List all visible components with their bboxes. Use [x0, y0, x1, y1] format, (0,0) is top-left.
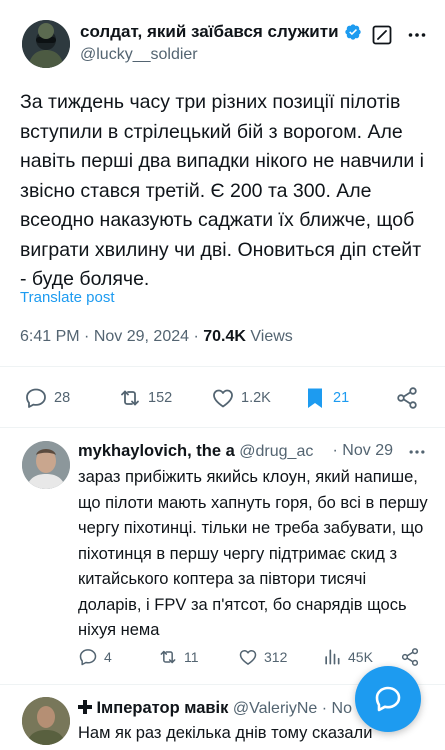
reply-button[interactable]: 28: [24, 380, 70, 416]
bookmark-button[interactable]: 21: [303, 380, 349, 416]
views-label: Views: [250, 328, 293, 345]
views-count: 70.4K: [203, 328, 246, 345]
heart-icon: [239, 650, 257, 665]
repost-count: 11: [184, 649, 199, 665]
reply-header: mykhaylovich, the a @drug_ac · Nov 29: [78, 442, 433, 462]
views-chart-icon: [325, 649, 340, 665]
share-icon: [401, 648, 419, 666]
bookmark-count: 21: [333, 390, 350, 406]
divider: [0, 366, 445, 367]
reply-tweet[interactable]: mykhaylovich, the a @drug_ac · Nov 29 за…: [0, 428, 445, 681]
reply-author-handle[interactable]: @ValeriyNe: [233, 700, 317, 717]
more-options-icon[interactable]: [407, 25, 427, 45]
reply-bubble-icon: [375, 686, 401, 712]
reply-text: зараз прибіжить якийсь клоун, який напиш…: [78, 468, 428, 639]
reply-count: 4: [104, 649, 112, 665]
share-button[interactable]: [400, 642, 420, 672]
compose-button[interactable]: [355, 666, 421, 732]
like-count: 1.2K: [241, 390, 271, 406]
share-icon: [397, 387, 417, 409]
meta-separator: ·: [193, 328, 204, 345]
avatar[interactable]: [22, 20, 70, 68]
heart-icon: [213, 389, 233, 408]
repost-icon: [160, 650, 176, 664]
grok-icon[interactable]: [372, 25, 392, 45]
reply-icon: [79, 649, 97, 666]
repost-button[interactable]: 11: [158, 642, 199, 672]
like-button[interactable]: 1.2K: [211, 380, 271, 416]
reply-time[interactable]: · No: [322, 700, 352, 717]
like-button[interactable]: 312: [238, 642, 287, 672]
author-handle[interactable]: @lucky__soldier: [80, 46, 198, 64]
views-button[interactable]: 45K: [322, 642, 373, 672]
avatar[interactable]: [22, 441, 70, 489]
reply-icon: [26, 388, 46, 408]
reply-author-name[interactable]: mykhaylovich, the a: [78, 442, 235, 460]
author-name-line[interactable]: солдат, який заїбався служити: [80, 22, 362, 42]
author-name[interactable]: солдат, який заїбався служити: [80, 22, 339, 42]
repost-button[interactable]: 152: [118, 380, 172, 416]
translate-post-link[interactable]: Translate post: [20, 289, 115, 306]
repost-icon: [121, 390, 139, 406]
more-options-icon[interactable]: [408, 443, 426, 461]
views-count: 45K: [348, 649, 373, 665]
tweet-time[interactable]: 6:41 PM: [20, 328, 80, 345]
tweet-meta: 6:41 PM · Nov 29, 2024 · 70.4K Views: [20, 328, 293, 346]
reply-author-handle[interactable]: @drug_ac: [239, 443, 313, 460]
share-button[interactable]: [395, 380, 419, 416]
bookmark-icon: [308, 388, 322, 408]
tweet-actions: 28 152 1.2K 21: [0, 380, 445, 416]
tweet-date[interactable]: Nov 29, 2024: [94, 328, 189, 345]
reply-count: 28: [54, 390, 71, 406]
meta-separator: ·: [84, 328, 94, 345]
verified-badge-icon: [344, 24, 361, 40]
reply-author-name[interactable]: Імператор мавік: [96, 699, 228, 717]
avatar[interactable]: [22, 697, 70, 745]
main-tweet-header: солдат, який заїбався служити @lucky__so…: [0, 0, 445, 78]
tweet-text: За тиждень часу три різних позиції пілот…: [20, 91, 424, 290]
reply-button[interactable]: 4: [78, 642, 112, 672]
like-count: 312: [264, 649, 288, 665]
repost-count: 152: [148, 390, 173, 406]
cross-icon: [78, 700, 92, 714]
reply-time[interactable]: · Nov 29: [332, 442, 393, 460]
